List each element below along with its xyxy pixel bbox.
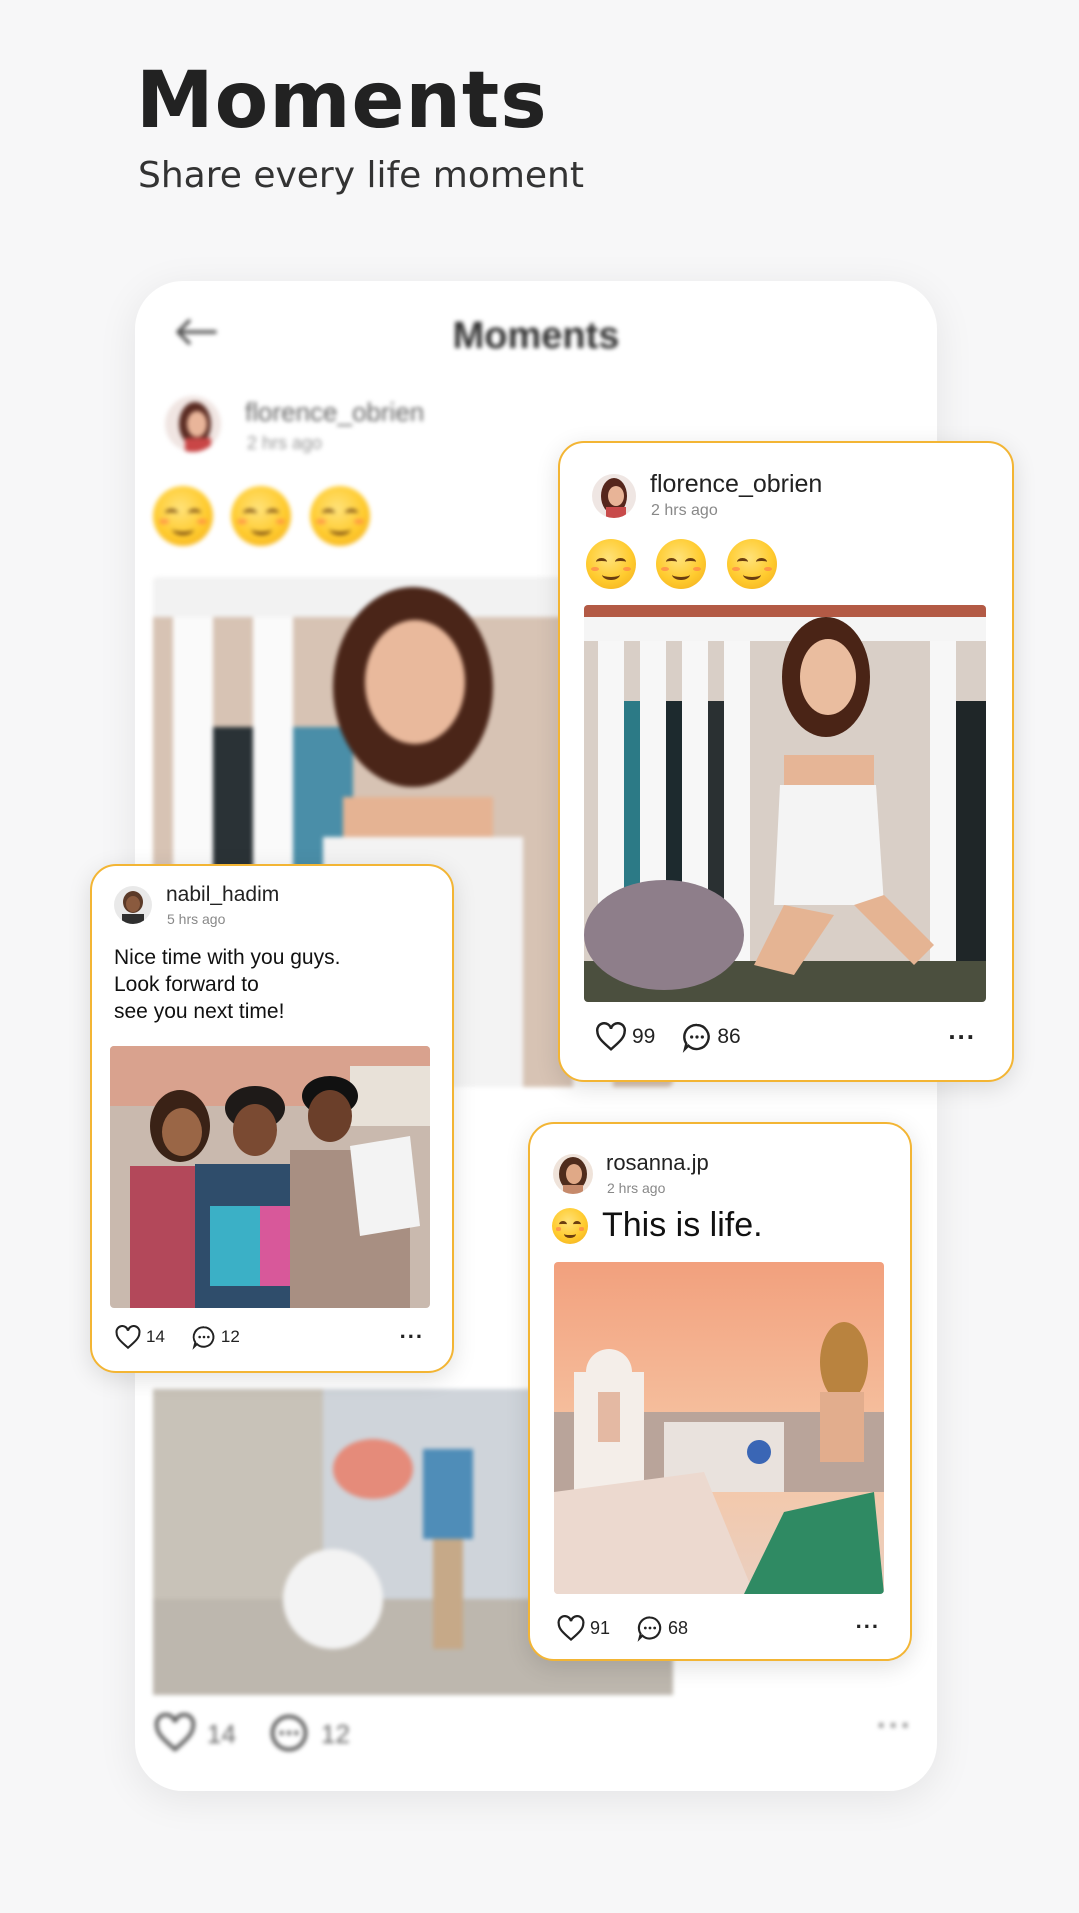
post-photo[interactable] — [110, 1046, 430, 1308]
comment-icon[interactable] — [191, 1324, 217, 1350]
post-username[interactable]: florence_obrien — [650, 470, 822, 499]
post-card-nabil[interactable]: nabil_hadim 5 hrs ago Nice time with you… — [90, 864, 454, 1373]
photo-friends-group — [110, 1046, 430, 1308]
heart-icon[interactable] — [556, 1614, 586, 1642]
like-count: 14 — [207, 1719, 236, 1749]
post-timestamp: 5 hrs ago — [167, 911, 226, 927]
like-count: 99 — [632, 1025, 656, 1048]
hero-subtitle: Share every life moment — [138, 155, 584, 196]
emoji-row — [586, 539, 795, 589]
like-count: 14 — [146, 1327, 165, 1346]
post-text-line: Nice time with you guys. — [114, 946, 341, 969]
smiling-emoji-icon — [656, 539, 707, 589]
heart-icon[interactable] — [114, 1324, 142, 1350]
more-options-button[interactable]: ... — [948, 1015, 976, 1046]
smiling-emoji-icon — [309, 486, 370, 546]
more-options-icon[interactable]: ··· — [877, 1709, 913, 1743]
comment-count: 12 — [321, 1719, 350, 1749]
post-card-rosanna[interactable]: rosanna.jp 2 hrs ago This is life. 91 68… — [528, 1122, 912, 1661]
post-text-line: Look forward to — [114, 973, 259, 996]
post-timestamp: 2 hrs ago — [651, 502, 718, 519]
comment-icon[interactable] — [636, 1614, 664, 1642]
smiling-emoji-icon — [726, 539, 777, 589]
screen-header: Moments — [135, 305, 937, 365]
post-text-line: see you next time! — [114, 1000, 285, 1023]
post-text: Nice time with you guys. Look forward to… — [114, 944, 340, 1025]
more-options-button[interactable]: ... — [400, 1318, 424, 1344]
post-username[interactable]: florence_obrien — [245, 397, 424, 428]
post-card-florence[interactable]: florence_obrien 2 hrs ago 99 86 ... — [558, 441, 1014, 1082]
post-photo[interactable] — [554, 1262, 884, 1594]
smiling-emoji-icon — [231, 486, 292, 546]
post-actions: 91 68 — [556, 1614, 714, 1642]
post-username[interactable]: nabil_hadim — [166, 883, 279, 907]
avatar-image — [592, 474, 636, 518]
heart-icon[interactable] — [153, 1713, 197, 1753]
comment-icon[interactable] — [267, 1711, 311, 1755]
hero-title: Moments — [136, 56, 548, 146]
avatar[interactable] — [165, 396, 221, 452]
post-caption: This is life. — [552, 1206, 763, 1245]
avatar[interactable] — [592, 474, 636, 518]
emoji-row — [153, 486, 388, 546]
more-options-button[interactable]: ... — [856, 1608, 880, 1634]
post-caption-text: This is life. — [602, 1206, 763, 1244]
like-count: 91 — [590, 1617, 611, 1638]
post-username[interactable]: rosanna.jp — [606, 1150, 709, 1176]
comment-count: 12 — [220, 1327, 240, 1346]
screen-title: Moments — [452, 315, 620, 357]
avatar-image — [114, 886, 152, 924]
post-timestamp: 2 hrs ago — [247, 433, 323, 453]
smiling-emoji-icon — [552, 1207, 588, 1244]
comment-icon[interactable] — [681, 1021, 713, 1053]
post-timestamp: 2 hrs ago — [607, 1180, 666, 1196]
comment-count: 86 — [717, 1025, 741, 1048]
comment-count: 68 — [668, 1617, 689, 1638]
post-actions: 14 12 — [114, 1324, 266, 1350]
photo-woman-fence — [584, 605, 986, 1002]
avatar-image — [553, 1154, 593, 1194]
avatar[interactable] — [553, 1154, 593, 1194]
avatar-image — [165, 396, 221, 452]
post-photo[interactable] — [584, 605, 986, 1002]
heart-icon[interactable] — [594, 1022, 628, 1052]
smiling-emoji-icon — [153, 486, 213, 546]
avatar[interactable] — [114, 886, 152, 924]
smiling-emoji-icon — [586, 539, 636, 589]
photo-santorini-sunset — [554, 1262, 884, 1594]
post-actions: 14 12 ··· — [153, 1709, 923, 1759]
post-actions: 99 86 — [594, 1021, 767, 1053]
